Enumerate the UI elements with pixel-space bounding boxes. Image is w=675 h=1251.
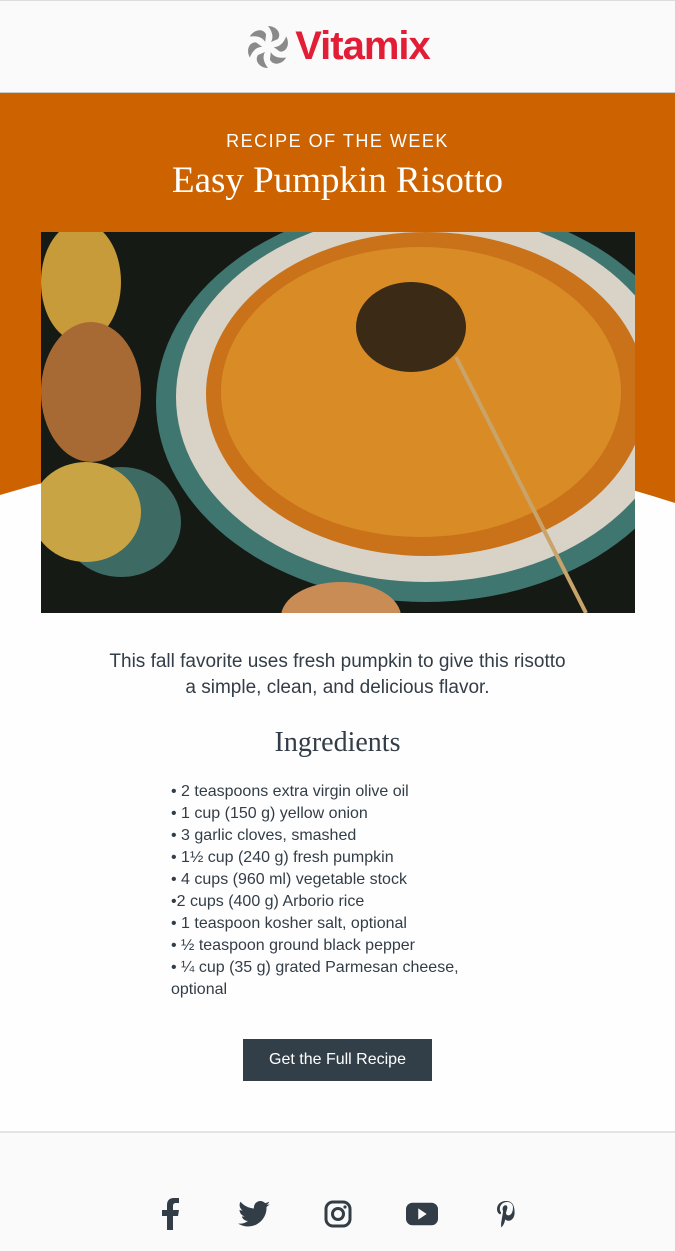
hero-eyebrow: RECIPE OF THE WEEK [226, 131, 449, 151]
ingredient-item: • ½ teaspoon ground black pepper [171, 937, 415, 954]
footer [0, 1131, 675, 1251]
ingredient-item: • ¼ cup (35 g) grated Parmesan cheese, o… [171, 959, 459, 998]
twitter-icon[interactable] [237, 1197, 270, 1231]
ingredient-item: • 4 cups (960 ml) vegetable stock [171, 871, 407, 888]
ingredient-item: •2 cups (400 g) Arborio rice [171, 893, 365, 910]
ingredient-item: • 1 teaspoon kosher salt, optional [171, 915, 407, 932]
ingredient-item: • 1½ cup (240 g) fresh pumpkin [171, 849, 394, 866]
pinterest-icon[interactable] [490, 1197, 522, 1231]
ingredient-item: • 2 teaspoons extra virgin olive oil [171, 783, 409, 800]
social-links [0, 1197, 675, 1231]
ingredients-heading: Ingredients [274, 727, 401, 758]
header: Vitamix [0, 1, 675, 93]
ingredients-list: • 2 teaspoons extra virgin olive oil • 1… [0, 781, 481, 1001]
recipe-intro: This fall favorite uses fresh pumpkin to… [109, 651, 566, 698]
vitamix-swirl-icon [248, 25, 289, 68]
risotto-image [41, 232, 635, 613]
youtube-icon[interactable] [405, 1197, 438, 1231]
facebook-icon[interactable] [154, 1197, 186, 1231]
hero: RECIPE OF THE WEEK Easy Pumpkin Risotto [0, 93, 675, 613]
ingredient-item: • 3 garlic cloves, smashed [171, 827, 357, 844]
full-recipe-button[interactable]: Get the Full Recipe [243, 1039, 432, 1081]
ingredient-item: • 1 cup (150 g) yellow onion [171, 805, 368, 822]
logo-wordmark: Vitamix [295, 24, 431, 68]
vitamix-logo[interactable]: Vitamix [245, 24, 431, 70]
recipe-title: Easy Pumpkin Risotto [172, 160, 503, 201]
email-page: Vitamix RECIPE OF THE WEEK Easy Pumpkin … [0, 0, 675, 1251]
recipe-photo[interactable] [41, 232, 635, 613]
instagram-icon[interactable] [322, 1197, 354, 1231]
